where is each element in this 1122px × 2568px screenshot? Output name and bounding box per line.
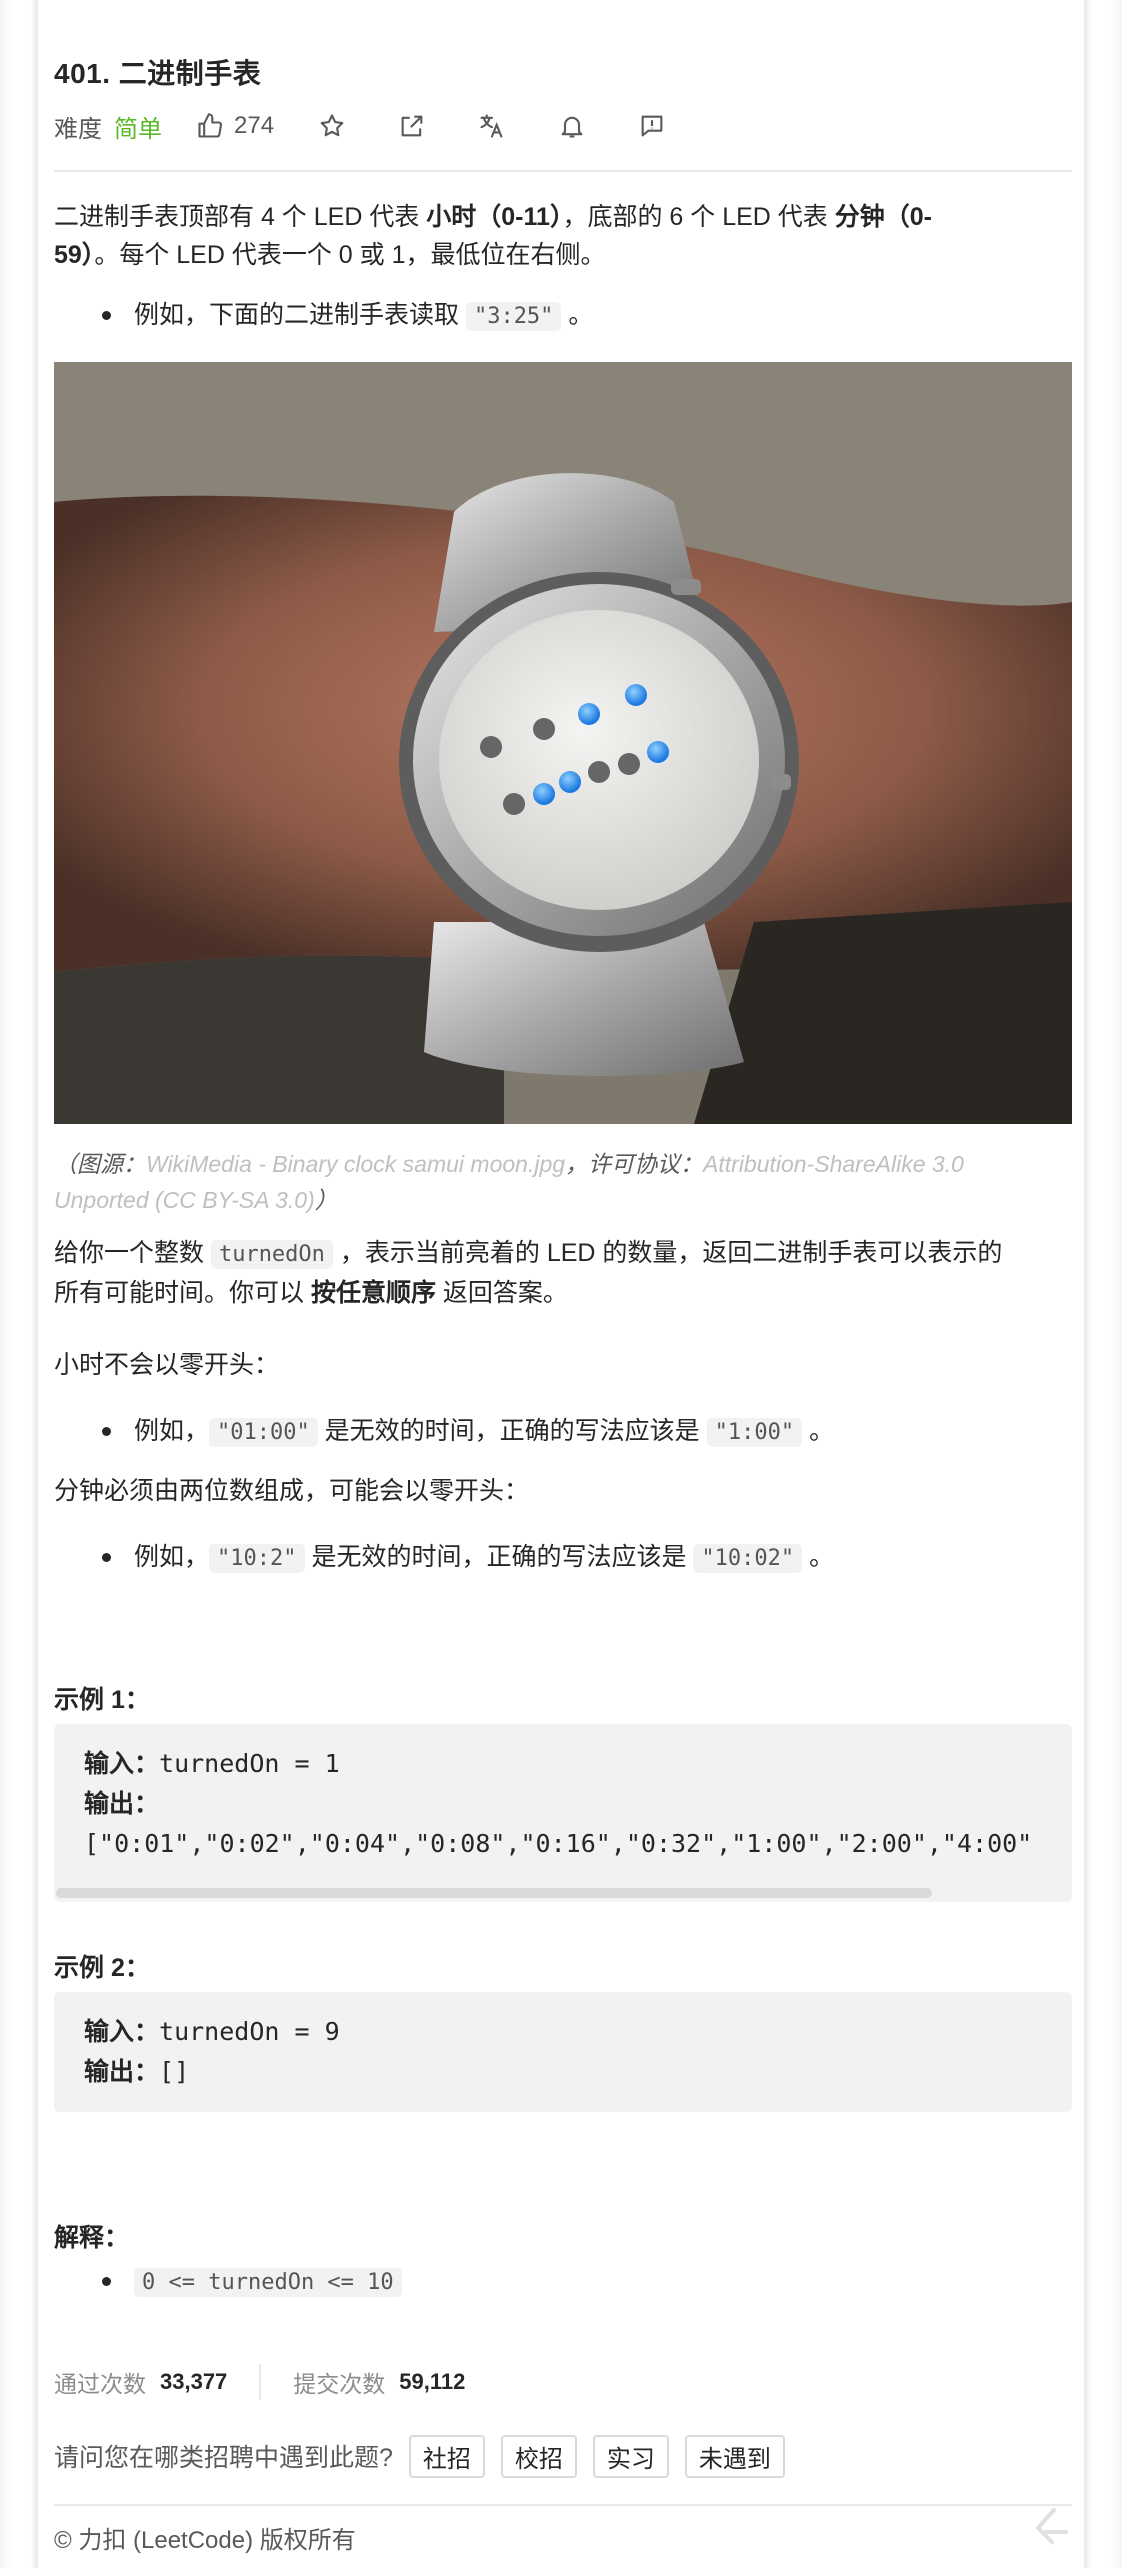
hiring-option-intern[interactable]: 实习: [592, 2434, 669, 2478]
leetcode-watermark-icon: [1035, 2508, 1068, 2544]
caption-license-label: ，许可协议：: [565, 1151, 704, 1177]
example-bullet-3: 例如， "10:2" 是无效的时间，正确的写法应该是 "10:02" 。: [134, 1538, 834, 1578]
description-paragraph-1: 二进制手表顶部有 4 个 LED 代表 小时（0-11），底部的 6 个 LED…: [54, 198, 1072, 274]
text-span: 。: [802, 1543, 835, 1571]
inline-code: "1:00": [706, 1418, 803, 1447]
submissions-label: 提交次数: [293, 2371, 386, 2397]
translate-icon: [480, 114, 503, 138]
description-paragraph-3: 小时不会以零开头：: [54, 1351, 280, 1379]
caption-suffix: ）: [314, 1187, 338, 1213]
bullet-dot: [102, 311, 111, 320]
bell-icon: [561, 116, 583, 138]
thumbs-up-icon: [198, 113, 223, 138]
share-button[interactable]: [398, 112, 426, 140]
caption-prefix: （图源：: [54, 1151, 146, 1177]
example-bullet-1: 例如，下面的二进制手表读取 "3:25" 。: [134, 296, 593, 336]
output-label: 输出：: [84, 1790, 160, 1818]
text-span: 例如，: [134, 1543, 210, 1571]
output-label: 输出：: [84, 2058, 160, 2086]
example-2-codeblock: 输入：turnedOn = 9 输出：[]: [54, 1992, 1072, 2112]
header-divider: [54, 170, 1072, 172]
bold-any-order: 按任意顺序: [310, 1279, 436, 1307]
text-span: ，表示当前亮着的 LED 的数量，返回二进制手表可以表示的: [332, 1239, 1003, 1267]
difficulty-badge: 简单: [114, 115, 162, 143]
hiring-option-campus[interactable]: 校招: [500, 2434, 577, 2478]
bullet-dot: [102, 1427, 111, 1436]
hiring-question: 请问您在哪类招聘中遇到此题?: [54, 2444, 393, 2472]
bold-minutes: 分钟（0-: [834, 203, 932, 231]
caption-source-link[interactable]: WikiMedia - Binary clock samui moon.jpg: [146, 1151, 565, 1177]
text-span: 所有可能时间。你可以: [54, 1279, 311, 1307]
inline-code: "3:25": [465, 302, 562, 331]
submission-stats: 通过次数 33,377 提交次数 59,112: [54, 2364, 465, 2400]
description-paragraph-4: 分钟必须由两位数组成，可能会以零开头：: [54, 1477, 530, 1505]
example-1-input: turnedOn = 1: [159, 1749, 340, 1778]
footer-divider: [54, 2504, 1072, 2506]
page-shadow-right: [1084, 0, 1122, 2568]
like-button[interactable]: 274: [196, 112, 274, 140]
notify-button[interactable]: [558, 112, 586, 140]
description-paragraph-2: 给你一个整数 turnedOn ，表示当前亮着的 LED 的数量，返回二进制手表…: [54, 1234, 1072, 1312]
example-1-output: ["0:01","0:02","0:04","0:08","0:16","0:3…: [84, 1829, 1033, 1858]
text-span: 是无效的时间，正确的写法应该是: [304, 1543, 694, 1571]
submissions-count: 59,112: [399, 2369, 466, 2394]
example-bullet-2: 例如， "01:00" 是无效的时间，正确的写法应该是 "1:00" 。: [134, 1412, 834, 1452]
caption-license-link-2[interactable]: Unported (CC BY-SA 3.0): [54, 1187, 315, 1213]
accepted-count: 33,377: [160, 2369, 228, 2394]
text-span: 二进制手表顶部有 4 个 LED 代表: [54, 203, 427, 231]
star-icon: [320, 114, 344, 137]
inline-code: "10:02": [693, 1544, 803, 1573]
stats-separator: [259, 2364, 262, 2400]
translate-button[interactable]: [478, 112, 506, 140]
problem-meta-bar: 难度 简单 274: [54, 108, 666, 144]
bullet-dot: [102, 2277, 111, 2286]
text-span: ，底部的 6 个 LED 代表: [562, 203, 835, 231]
example-1-codeblock: 输入：turnedOn = 1 输出： ["0:01","0:02","0:04…: [54, 1724, 1072, 1902]
inline-code: turnedOn: [210, 1240, 333, 1269]
difficulty-label: 难度: [54, 115, 102, 143]
inline-code: "01:00": [209, 1418, 318, 1447]
caption-license-link[interactable]: Attribution-ShareAlike 3.0: [703, 1151, 964, 1177]
example-2-heading: 示例 2：: [54, 1954, 150, 1982]
text-span: 例如，: [134, 1417, 210, 1445]
example-2-input: turnedOn = 9: [159, 2017, 340, 2046]
hiring-survey: 请问您在哪类招聘中遇到此题? 社招 校招 实习 未遇到: [54, 2434, 785, 2478]
binary-watch-photo: [54, 362, 1072, 1124]
inline-code: "10:2": [209, 1544, 305, 1573]
input-label: 输入：: [84, 1750, 160, 1778]
image-caption: （图源：WikiMedia - Binary clock samui moon.…: [54, 1146, 1072, 1218]
bold-minutes-end: 59）: [54, 241, 95, 269]
inline-code: 0 <= turnedOn <= 10: [134, 2268, 402, 2297]
text-span: 。每个 LED 代表一个 0 或 1，最低位在右侧。: [94, 241, 606, 269]
favorite-button[interactable]: [318, 112, 346, 140]
constraint-item: 0 <= turnedOn <= 10: [134, 2262, 402, 2302]
bold-hours: 小时（0-11）: [426, 203, 563, 231]
constraints-heading: 解释：: [54, 2224, 130, 2252]
bullet-dot: [102, 1553, 111, 1562]
accepted-label: 通过次数: [54, 2371, 146, 2397]
text-span: 例如，下面的二进制手表读取: [134, 301, 466, 329]
hiring-option-never[interactable]: 未遇到: [684, 2434, 785, 2478]
page-shadow-left: [0, 0, 38, 2568]
text-span: 是无效的时间，正确的写法应该是: [317, 1417, 707, 1445]
text-span: 给你一个整数: [54, 1239, 211, 1267]
example-1-heading: 示例 1：: [54, 1686, 150, 1714]
hiring-option-social[interactable]: 社招: [408, 2434, 485, 2478]
problem-card: 401. 二进制手表 难度 简单 274 二进制手表顶部有 4 个 LED 代表…: [38, 36, 1084, 2568]
text-span: 返回答案。: [435, 1279, 568, 1307]
example-1-scrollbar[interactable]: [56, 1888, 932, 1898]
like-count: 274: [234, 112, 275, 139]
feedback-button[interactable]: [638, 112, 666, 140]
input-label: 输入：: [84, 2018, 160, 2046]
text-span: 。: [802, 1417, 835, 1445]
share-icon: [401, 115, 423, 137]
example-2-output: []: [159, 2057, 190, 2086]
problem-title: 401. 二进制手表: [54, 58, 262, 89]
feedback-icon: [641, 115, 663, 137]
binary-watch-image: [54, 362, 1072, 1124]
copyright-notice: © 力扣 (LeetCode) 版权所有: [54, 2527, 356, 2554]
text-span: 。: [561, 301, 594, 329]
